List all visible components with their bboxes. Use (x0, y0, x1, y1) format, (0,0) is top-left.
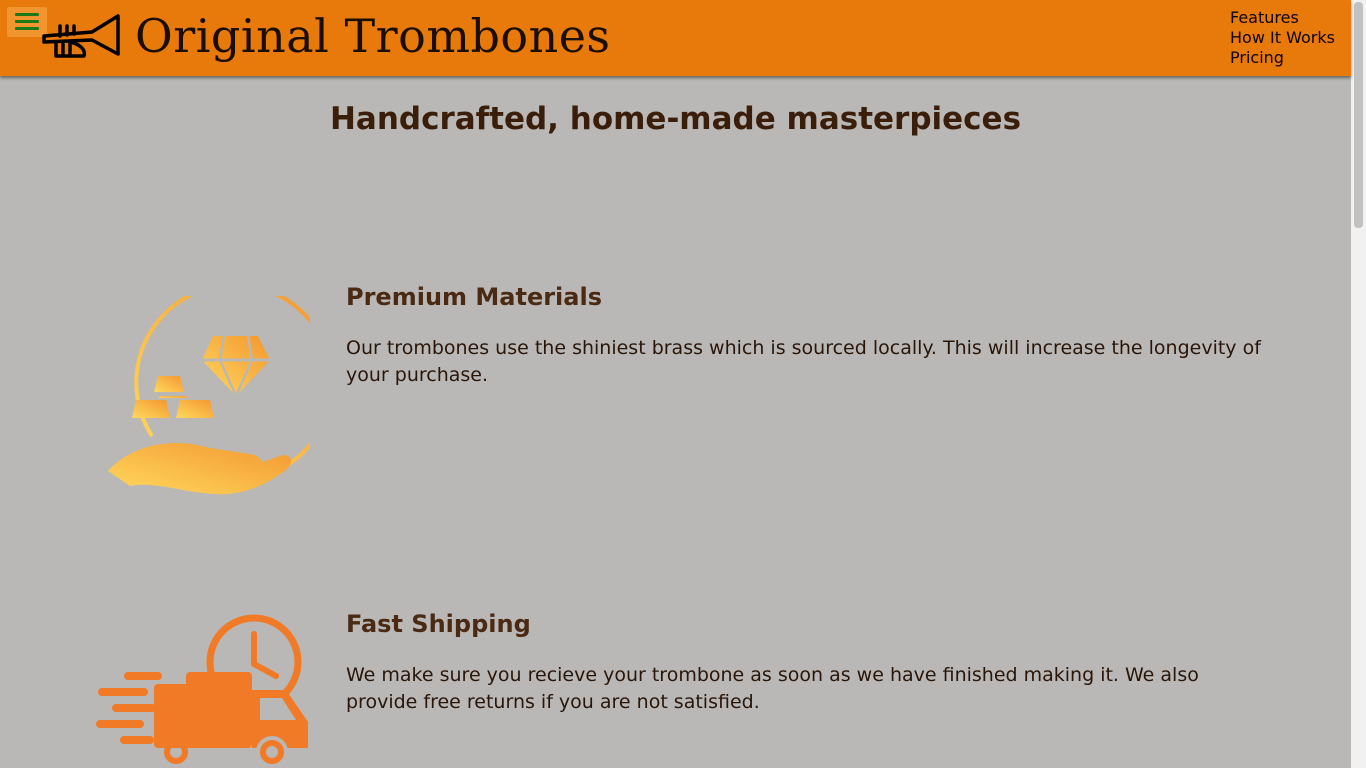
feature-title: Premium Materials (346, 283, 602, 311)
trumpet-logo-icon[interactable] (40, 12, 122, 62)
nav-link-features[interactable]: Features (1230, 8, 1335, 28)
scrollbar-thumb[interactable] (1354, 2, 1363, 228)
top-nav: Features How It Works Pricing (1230, 8, 1335, 68)
page-scrollbar[interactable] (1351, 0, 1366, 768)
feature-title: Fast Shipping (346, 610, 531, 638)
nav-link-pricing[interactable]: Pricing (1230, 48, 1335, 68)
page-heading: Handcrafted, home-made masterpieces (329, 101, 1022, 137)
menu-line (15, 27, 39, 30)
site-title[interactable]: Original Trombones (135, 7, 611, 65)
menu-line (15, 20, 39, 23)
site-header: Original Trombones Features How It Works… (0, 0, 1351, 76)
delivery-truck-clock-icon (96, 614, 308, 768)
feature-description: Our trombones use the shiniest brass whi… (346, 337, 1261, 386)
gold-diamond-hand-icon (108, 296, 310, 495)
feature-description: We make sure you recieve your trombone a… (346, 664, 1199, 713)
nav-link-how-it-works[interactable]: How It Works (1230, 28, 1335, 48)
menu-line (15, 13, 39, 16)
